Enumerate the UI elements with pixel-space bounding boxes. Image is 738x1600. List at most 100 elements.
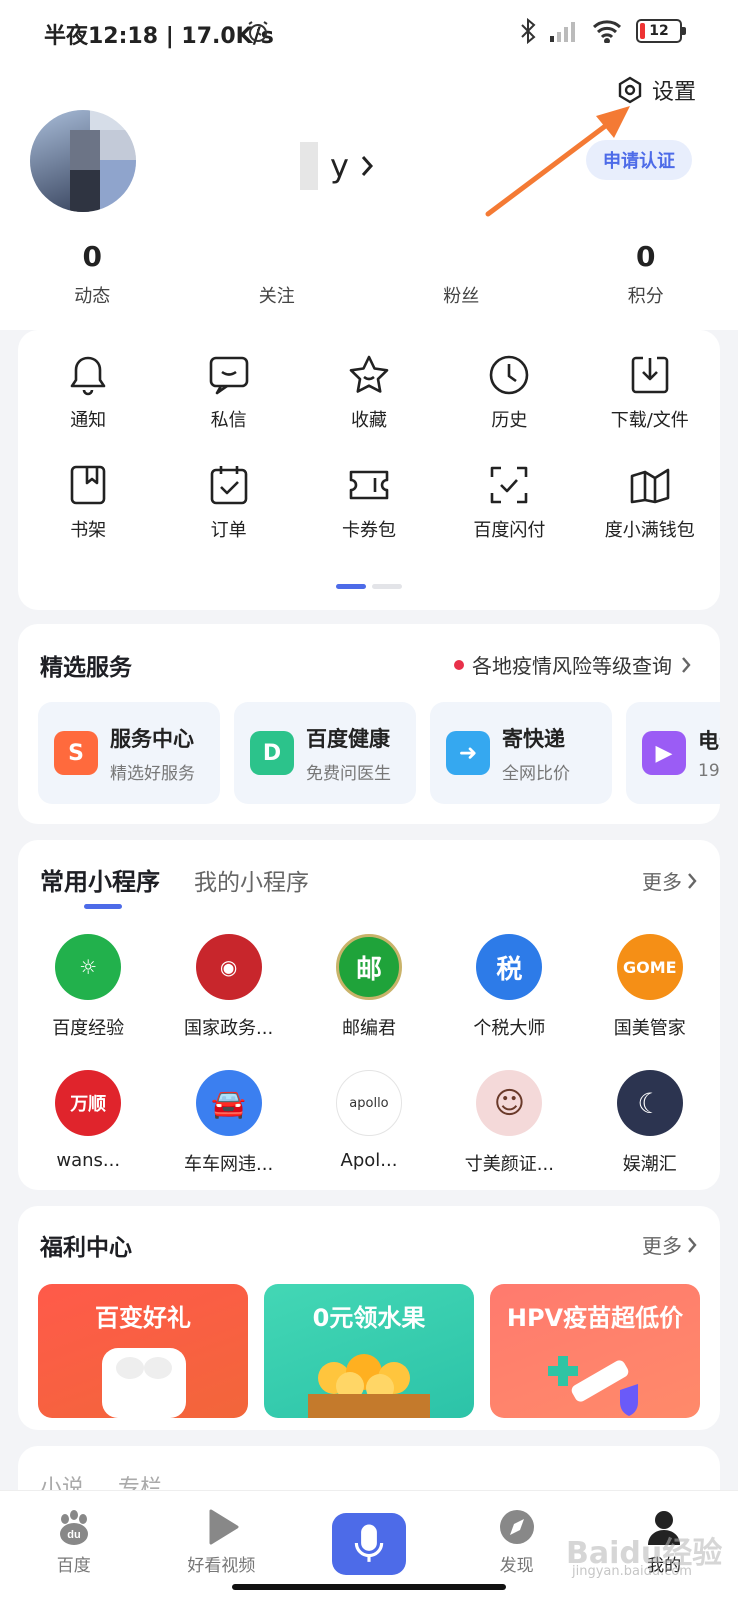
stat-value: 0 [82,240,102,273]
nav-label: 好看视频 [187,1556,256,1576]
mini-app[interactable]: 🚘 车车网违... [158,1070,298,1176]
microphone-button[interactable] [331,1513,406,1575]
stat-posts[interactable]: 0 动态 [0,240,185,308]
tool-label: 书架 [70,520,107,541]
tool-label: 下载/文件 [610,410,689,431]
services-title: 精选服务 [40,655,132,681]
mini-app[interactable]: apollo Apol... [299,1070,439,1176]
apollo-icon: apollo [335,1070,402,1136]
syringe-icon [548,1356,638,1416]
username-text: y [330,147,349,185]
tool-label: 百度闪付 [473,520,546,541]
postcode-icon: 邮 [335,934,402,1000]
tab-my-mini-programs[interactable]: 我的小程序 [194,863,309,897]
banner-hpv[interactable]: HPV疫苗超低价 [490,1284,700,1418]
tool-wallet[interactable]: 度小满钱包 [580,462,720,542]
mini-app[interactable]: ◉ 国家政务... [158,934,298,1040]
tools-pager [336,584,402,589]
mini-app[interactable]: 万顺 wans... [18,1070,158,1176]
welfare-banners: 百变好礼 0元领水果 HPV疫苗超低价 [38,1284,700,1418]
settings-label: 设置 [651,80,696,105]
bluetooth-icon [521,18,536,44]
gome-icon: GOME [616,934,683,1000]
mini-app[interactable]: 邮邮编君 [299,934,439,1040]
tool-downloads[interactable]: 下载/文件 [580,352,720,432]
avatar[interactable] [30,110,136,212]
service-sub: 19.9 [698,761,720,781]
tab-underline [84,904,122,909]
status-icons: 12 [520,18,686,44]
wanshun-icon: 万顺 [55,1070,122,1136]
service-item[interactable]: S 服务中心 精选好服务 [38,702,220,804]
battery-level: 12 [649,23,669,39]
baidu-paw-icon: du [59,1510,88,1545]
clock-icon [490,355,529,395]
mini-app[interactable]: ☾ 娱潮汇 [580,1070,720,1176]
stat-points[interactable]: 0 积分 [554,240,738,308]
microphone-icon [354,1524,384,1562]
nav-baidu[interactable]: du 百度 [0,1491,148,1600]
alarm-icon [248,21,268,42]
service-item[interactable]: ➜ 寄快递 全网比价 [430,702,612,804]
tab-frequent-mini-programs[interactable]: 常用小程序 [40,862,160,897]
app-label: 邮编君 [341,1018,396,1039]
tool-coupons[interactable]: 卡券包 [299,462,439,542]
service-sub: 免费问医生 [306,763,391,784]
home-indicator[interactable] [232,1584,506,1590]
svg-text:du: du [67,1529,80,1541]
photo-id-icon: ☺ [476,1070,543,1136]
tool-favorites[interactable]: 收藏 [299,352,439,432]
featured-services-card: 精选服务 各地疫情风险等级查询 S 服务中心 精选好服务 D 百度健康 免费问医生 … [18,624,720,824]
covid-risk-link[interactable]: 各地疫情风险等级查询 [454,650,692,679]
service-item[interactable]: ▶ 电影 19.9 [626,702,720,804]
banner-gifts[interactable]: 百变好礼 [38,1284,248,1418]
mini-more-link[interactable]: 更多 [642,866,698,895]
username-link[interactable]: y [300,142,375,190]
health-icon: D [250,731,294,775]
app-label: 寸美颜证... [464,1154,554,1175]
stat-label: 粉丝 [443,286,480,307]
wifi-icon [592,20,622,43]
download-icon [631,356,669,394]
play-icon [209,1509,239,1545]
tool-label: 卡券包 [341,520,396,541]
welfare-more-link[interactable]: 更多 [642,1230,698,1259]
app-label: 国家政务... [184,1018,274,1039]
tool-history[interactable]: 历史 [439,352,579,432]
chevron-right-icon [361,156,373,176]
nav-label: 发现 [499,1556,534,1576]
banner-title: 百变好礼 [95,1304,191,1332]
more-label: 更多 [642,870,682,894]
pager-dot-active [336,584,366,589]
service-sub: 全网比价 [502,763,570,784]
pager-dot [372,584,402,589]
mini-app[interactable]: ☺ 寸美颜证... [439,1070,579,1176]
banner-fruit[interactable]: 0元领水果 [264,1284,474,1418]
mini-app[interactable]: 税个税大师 [439,934,579,1040]
service-item[interactable]: D 百度健康 免费问医生 [234,702,416,804]
baidu-jingyan-icon: ☼ [55,934,122,1000]
tool-label: 度小满钱包 [604,520,695,541]
tool-messages[interactable]: 私信 [158,352,298,432]
stat-following[interactable]: 关注 [185,240,370,308]
stat-fans[interactable]: 粉丝 [369,240,554,308]
mini-programs-card: 常用小程序 我的小程序 更多 ☼ 百度经验 ◉ 国家政务... 邮邮编君 税个税大师… [18,840,720,1190]
watermark-url: jingyan.baidu.com [572,1564,692,1579]
stat-value: 0 [636,240,656,273]
mini-app[interactable]: ☼ 百度经验 [18,934,158,1040]
order-icon [210,466,247,505]
app-label: 国美管家 [613,1018,686,1039]
tool-label: 通知 [70,410,107,431]
mini-app[interactable]: GOME 国美管家 [580,934,720,1040]
stat-label: 动态 [74,286,111,307]
yuchaohui-icon: ☾ [616,1070,683,1136]
status-time: 半夜12:18 | 17.0K/s [44,24,274,49]
tool-bookshelf[interactable]: 书架 [18,462,158,542]
welfare-title: 福利中心 [40,1235,132,1261]
tool-label: 订单 [210,520,247,541]
stat-value [185,240,370,276]
tool-orders[interactable]: 订单 [158,462,298,542]
tool-notifications[interactable]: 通知 [18,352,158,432]
tool-flashpay[interactable]: 百度闪付 [439,462,579,542]
scan-pay-icon [491,466,528,504]
